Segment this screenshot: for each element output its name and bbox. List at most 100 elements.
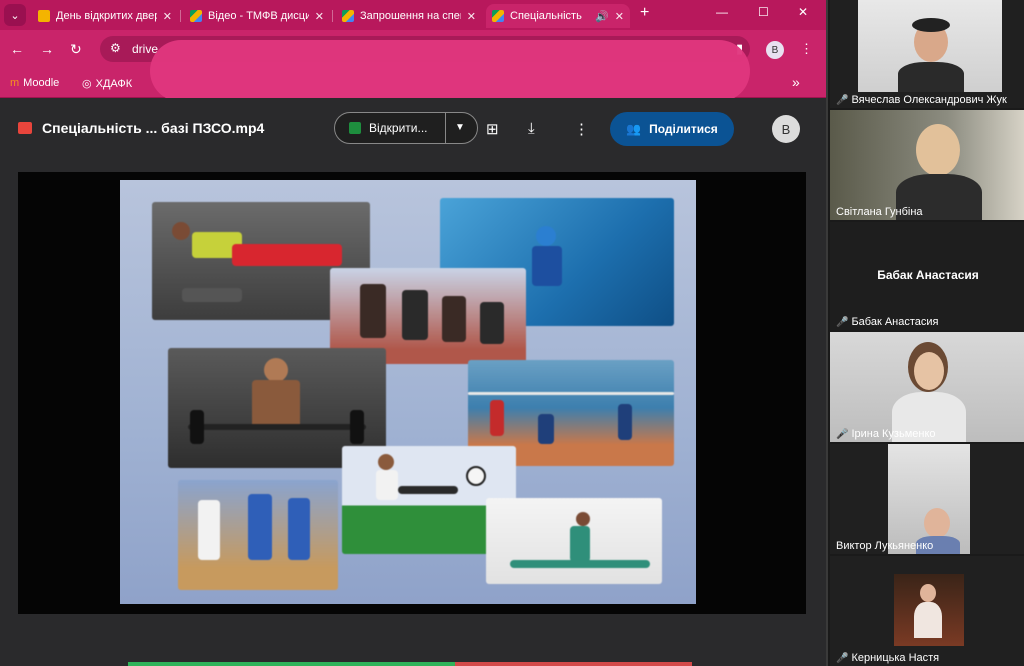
mic-muted-icon: 🎤 <box>836 316 849 328</box>
participant-tile[interactable]: Бабак Анастасия 🎤 Бабак Анастасия <box>830 222 1024 330</box>
bookmark-label: ХДАФК <box>95 77 133 90</box>
close-icon[interactable]: ✕ <box>163 10 172 23</box>
drive-viewer-header: Спеціальність ... базі ПЗСО.mp4 Відкрити… <box>0 98 826 160</box>
participant-name: Світлана Гунбіна <box>836 206 923 218</box>
drive-icon <box>342 10 354 22</box>
tab-open-day[interactable]: День відкритих дверей ✕ <box>32 4 178 28</box>
figure-shape <box>248 494 272 560</box>
figure-shape <box>172 222 190 240</box>
maximize-button[interactable]: ☐ <box>758 5 769 19</box>
tab-separator <box>332 10 333 22</box>
minimize-button[interactable]: — <box>716 5 728 19</box>
tab-search-button[interactable]: ⌄ <box>4 4 26 26</box>
account-avatar[interactable]: В <box>772 115 800 143</box>
participant-name-text: Виктор Лукьяненко <box>836 540 934 552</box>
more-options-icon[interactable]: ⋮ <box>574 120 589 138</box>
slides-icon <box>38 10 50 22</box>
figure-shape <box>350 410 364 444</box>
figure-shape <box>398 486 458 494</box>
share-button[interactable]: 👥 Поділитися <box>610 112 734 146</box>
drive-icon <box>492 10 504 22</box>
chevron-down-icon: ⌄ <box>10 9 20 22</box>
basketball-photo <box>178 480 338 590</box>
video-progress-bar[interactable] <box>128 662 692 666</box>
screen: ⌄ День відкритих дверей ✕ Відео - ТМФВ д… <box>0 0 1024 666</box>
participant-tile[interactable]: 🎤 Вячеслав Олександрович Жук <box>830 0 1024 108</box>
close-window-button[interactable]: ✕ <box>798 5 808 19</box>
gymnastics-photo <box>486 498 662 584</box>
redaction-overlay <box>150 40 750 102</box>
participant-name: 🎤 Керницька Настя <box>836 652 939 664</box>
profile-avatar[interactable]: В <box>766 41 784 59</box>
video-player[interactable] <box>18 172 806 614</box>
drive-icon <box>190 10 202 22</box>
tab-title: Запрошення на спеціальність <box>360 10 461 22</box>
forward-arrow-icon[interactable]: → <box>40 41 54 57</box>
reload-icon[interactable]: ↻ <box>70 41 82 58</box>
figure-shape <box>402 290 428 340</box>
close-icon[interactable]: ✕ <box>467 10 476 23</box>
participant-name-text: Ірина Кузьменко <box>851 428 936 440</box>
mic-muted-icon: 🎤 <box>836 652 849 664</box>
more-menu-icon[interactable]: ⋮ <box>800 41 813 57</box>
figure-shape <box>232 244 342 266</box>
new-tab-button[interactable]: + <box>640 4 649 22</box>
participant-name-text: Керницька Настя <box>851 652 940 664</box>
sports-collage-slide <box>120 180 696 604</box>
person-shape <box>898 62 964 92</box>
participant-video <box>888 444 970 554</box>
globe-icon: ◎ <box>82 78 92 90</box>
mic-muted-icon: 🎤 <box>836 94 849 106</box>
participant-name: 🎤 Ірина Кузьменко <box>836 428 936 440</box>
figure-shape <box>468 392 674 395</box>
figure-shape <box>378 454 394 470</box>
back-arrow-icon[interactable]: ← <box>10 41 24 57</box>
figure-shape <box>198 500 220 560</box>
browser-window: ⌄ День відкритих дверей ✕ Відео - ТМФВ д… <box>0 0 826 666</box>
chevron-down-icon[interactable]: ▼ <box>455 122 465 133</box>
file-title: Спеціальність ... базі ПЗСО.mp4 <box>42 120 265 136</box>
speaker-icon[interactable]: 🔊 <box>595 10 609 23</box>
tab-specialty-active[interactable]: Спеціальність 🔊 ✕ <box>486 4 630 28</box>
person-shape <box>914 602 942 638</box>
tab-strip: ⌄ День відкритих дверей ✕ Відео - ТМФВ д… <box>0 0 826 30</box>
tab-title: Відео - ТМФВ дисципліни <box>208 10 309 22</box>
participant-name: 🎤 Бабак Анастасия <box>836 316 939 328</box>
site-settings-icon[interactable]: ⚙ <box>110 41 121 55</box>
close-icon[interactable]: ✕ <box>615 10 624 23</box>
ball-shape <box>466 466 486 486</box>
participant-tile[interactable]: 🎤 Керницька Настя <box>830 556 1024 666</box>
bookmark-label: Moodle <box>23 77 60 89</box>
app-icon <box>349 122 361 134</box>
participant-video <box>894 574 964 646</box>
figure-shape <box>252 380 300 430</box>
more-bookmarks-icon[interactable]: » <box>792 74 800 90</box>
add-shortcut-icon[interactable]: ⊞ <box>486 120 499 138</box>
open-with-button[interactable]: Відкрити... ▼ <box>334 112 478 144</box>
figure-shape <box>182 288 242 302</box>
headphones-shape <box>912 18 950 32</box>
participant-name-text: Вячеслав Олександрович Жук <box>851 94 1007 106</box>
close-icon[interactable]: ✕ <box>315 10 324 23</box>
figure-shape <box>536 226 556 246</box>
participant-tile[interactable]: 🎤 Ірина Кузьменко <box>830 332 1024 442</box>
figure-shape <box>480 302 504 344</box>
person-shape <box>924 508 950 538</box>
participant-tile[interactable]: Світлана Гунбіна <box>830 110 1024 220</box>
figure-shape <box>442 296 466 342</box>
divider <box>445 113 446 143</box>
figure-shape <box>360 284 386 338</box>
bookmark-moodle[interactable]: m Moodle <box>10 77 59 89</box>
figure-shape <box>538 414 554 444</box>
bookmark-hdafk[interactable]: ◎ ХДАФК <box>82 77 133 91</box>
participant-tile[interactable]: Виктор Лукьяненко <box>830 444 1024 554</box>
download-icon[interactable]: ⤓ <box>528 120 535 137</box>
participant-name-text: Бабак Анастасия <box>851 316 939 328</box>
add-person-icon: 👥 <box>626 122 642 136</box>
share-label: Поділитися <box>649 122 718 136</box>
tab-video-tmfv[interactable]: Відео - ТМФВ дисципліни ✕ <box>184 4 330 28</box>
tab-separator <box>180 10 181 22</box>
moodle-icon: m <box>10 77 20 89</box>
tab-invitation[interactable]: Запрошення на спеціальність ✕ <box>336 4 482 28</box>
participant-video <box>858 0 1002 92</box>
